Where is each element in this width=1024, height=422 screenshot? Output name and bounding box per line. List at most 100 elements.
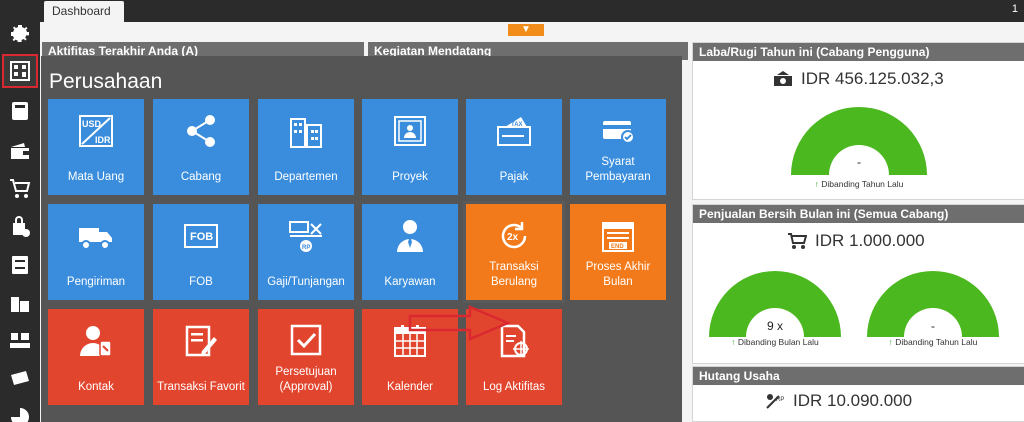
tile-fob[interactable]: FOB FOB (153, 204, 249, 300)
project-icon (394, 116, 426, 146)
tax-icon: TAX (497, 117, 531, 146)
svg-text:RP: RP (776, 397, 784, 403)
tile-label: Kontak (78, 381, 114, 393)
debt-rp-icon: RP (766, 394, 784, 409)
tile-label: Pajak (499, 171, 529, 183)
profit-gauge-value: - (857, 155, 861, 169)
settings-gear-icon[interactable] (2, 16, 38, 50)
svg-text:TAX: TAX (511, 122, 523, 128)
tile-label: FOB (189, 276, 213, 288)
tile-label: Karyawan (384, 276, 436, 288)
tab-dashboard[interactable]: Dashboard (44, 1, 124, 22)
tile-label: Proyek (392, 171, 428, 183)
tile-label: Transaksi Berulang (489, 261, 539, 288)
archive-icon[interactable] (2, 248, 38, 282)
sales-widget: Penjualan Bersih Bulan ini (Semua Cabang… (692, 204, 1024, 364)
top-bar: Dashboard 1 (40, 0, 1024, 22)
tile-proses-akhir-bulan[interactable]: END Proses Akhir Bulan (570, 204, 666, 300)
profit-gauge-note: ↑ Dibanding Tahun Lalu (789, 179, 929, 189)
tile-transaksi-berulang[interactable]: 2x Transaksi Berulang (463, 201, 565, 303)
menu-title: Perusahaan (49, 70, 163, 93)
sales-widget-title: Penjualan Bersih Bulan ini (Semua Cabang… (693, 205, 1024, 223)
tile-label: Cabang (180, 171, 222, 183)
tile-gaji-tunjangan[interactable]: RP Gaji/Tunjangan (258, 204, 354, 300)
tile-mata-uang[interactable]: USD IDR Mata Uang (48, 99, 144, 195)
approval-icon (290, 324, 322, 356)
svg-text:USD: USD (82, 119, 102, 129)
recurring-2x-icon: 2x (501, 222, 527, 249)
tile-label: Gaji/Tunjangan (267, 276, 345, 288)
tile-syarat-pembayaran[interactable]: Syarat Pembayaran (570, 99, 666, 195)
tile-pajak[interactable]: TAX Pajak (466, 99, 562, 195)
svg-text:END: END (611, 244, 624, 250)
inventory-icon[interactable] (2, 324, 38, 358)
sales-month-gauge-value: 9 x (766, 319, 783, 333)
tile-proyek[interactable]: Proyek (362, 99, 458, 195)
debt-widget-title: Hutang Usaha (693, 367, 1024, 385)
company-menu-overlay: Perusahaan USD IDR Mata Uang Cabang Depar… (41, 56, 682, 422)
favorite-edit-icon (185, 325, 217, 357)
up-arrow-icon: ↑ (888, 337, 893, 347)
top-right-number: 1 (1011, 3, 1018, 15)
company-menu-icon[interactable] (2, 54, 38, 88)
truck-icon (79, 228, 112, 250)
tile-label: Proses Akhir Bulan (585, 261, 651, 288)
sales-amount-row: IDR 1.000.000 (787, 231, 925, 251)
tile-label: Kalender (386, 381, 434, 393)
contact-icon (80, 326, 112, 357)
tile-cabang[interactable]: Cabang (153, 99, 249, 195)
tile-label: Transaksi Favorit (157, 381, 245, 393)
debt-amount: IDR 10.090.000 (793, 391, 913, 410)
svg-text:2x: 2x (507, 232, 519, 243)
fob-icon: FOB (184, 224, 218, 248)
chart-icon[interactable] (2, 400, 38, 422)
svg-text:IDR: IDR (95, 135, 111, 145)
up-arrow-icon: ↑ (814, 179, 819, 189)
tile-label: Pengiriman (66, 276, 126, 288)
tile-departemen[interactable]: Departemen (258, 99, 354, 195)
buildings-icon[interactable] (2, 286, 38, 320)
collapse-down-button[interactable]: ▼ (508, 24, 544, 36)
profit-note-text: Dibanding Tahun Lalu (821, 179, 904, 189)
profit-widget-title: Laba/Rugi Tahun ini (Cabang Pengguna) (693, 43, 1024, 61)
sidebar (0, 0, 40, 422)
tax-sidebar-icon[interactable] (2, 362, 38, 396)
tile-persetujuan[interactable]: Persetujuan (Approval) (258, 309, 354, 405)
profit-widget: Laba/Rugi Tahun ini (Cabang Pengguna) ID… (692, 42, 1024, 200)
red-pointer-arrow-icon (408, 305, 512, 341)
branch-icon (187, 115, 215, 147)
sales-year-note-text: Dibanding Tahun Lalu (895, 337, 978, 347)
tile-label: Departemen (274, 171, 338, 183)
calendar-end-icon: END (602, 222, 634, 252)
wallet-icon[interactable] (2, 134, 38, 168)
tile-label: Mata Uang (67, 171, 125, 183)
profit-gauge: - ↑ Dibanding Tahun Lalu (789, 105, 929, 195)
svg-text:RP: RP (302, 245, 310, 251)
sales-year-note: ↑ Dibanding Tahun Lalu (865, 337, 1001, 347)
sales-month-note: ↑ Dibanding Bulan Lalu (707, 337, 843, 347)
currency-icon: USD IDR (79, 115, 113, 147)
sales-year-gauge-value: - (931, 319, 935, 333)
bag-add-icon[interactable] (2, 210, 38, 244)
salary-icon: RP (289, 221, 322, 252)
money-icon (774, 71, 792, 86)
tile-transaksi-favorit[interactable]: Transaksi Favorit (153, 309, 249, 405)
tile-label: Syarat Pembayaran (585, 156, 651, 183)
employee-icon (397, 220, 423, 252)
profit-amount-row: IDR 456.125.032,3 (773, 69, 944, 89)
sales-month-gauge: 9 x ↑ Dibanding Bulan Lalu (707, 269, 843, 361)
sales-year-gauge: - ↑ Dibanding Tahun Lalu (865, 269, 1001, 361)
up-arrow-icon: ↑ (731, 337, 736, 347)
svg-text:FOB: FOB (190, 231, 213, 243)
cart-icon[interactable] (2, 172, 38, 206)
card-check-icon (603, 121, 635, 144)
tile-kontak[interactable]: Kontak (48, 309, 144, 405)
profit-amount: IDR 456.125.032,3 (801, 69, 944, 88)
cart-amount-icon (788, 233, 807, 249)
tile-pengiriman[interactable]: Pengiriman (48, 204, 144, 300)
tile-karyawan[interactable]: Karyawan (362, 204, 458, 300)
building-icon (290, 118, 322, 148)
debt-widget: Hutang Usaha RP IDR 10.090.000 (692, 366, 1024, 422)
debt-amount-row: RP IDR 10.090.000 (765, 391, 912, 411)
ledger-icon[interactable] (2, 94, 38, 128)
